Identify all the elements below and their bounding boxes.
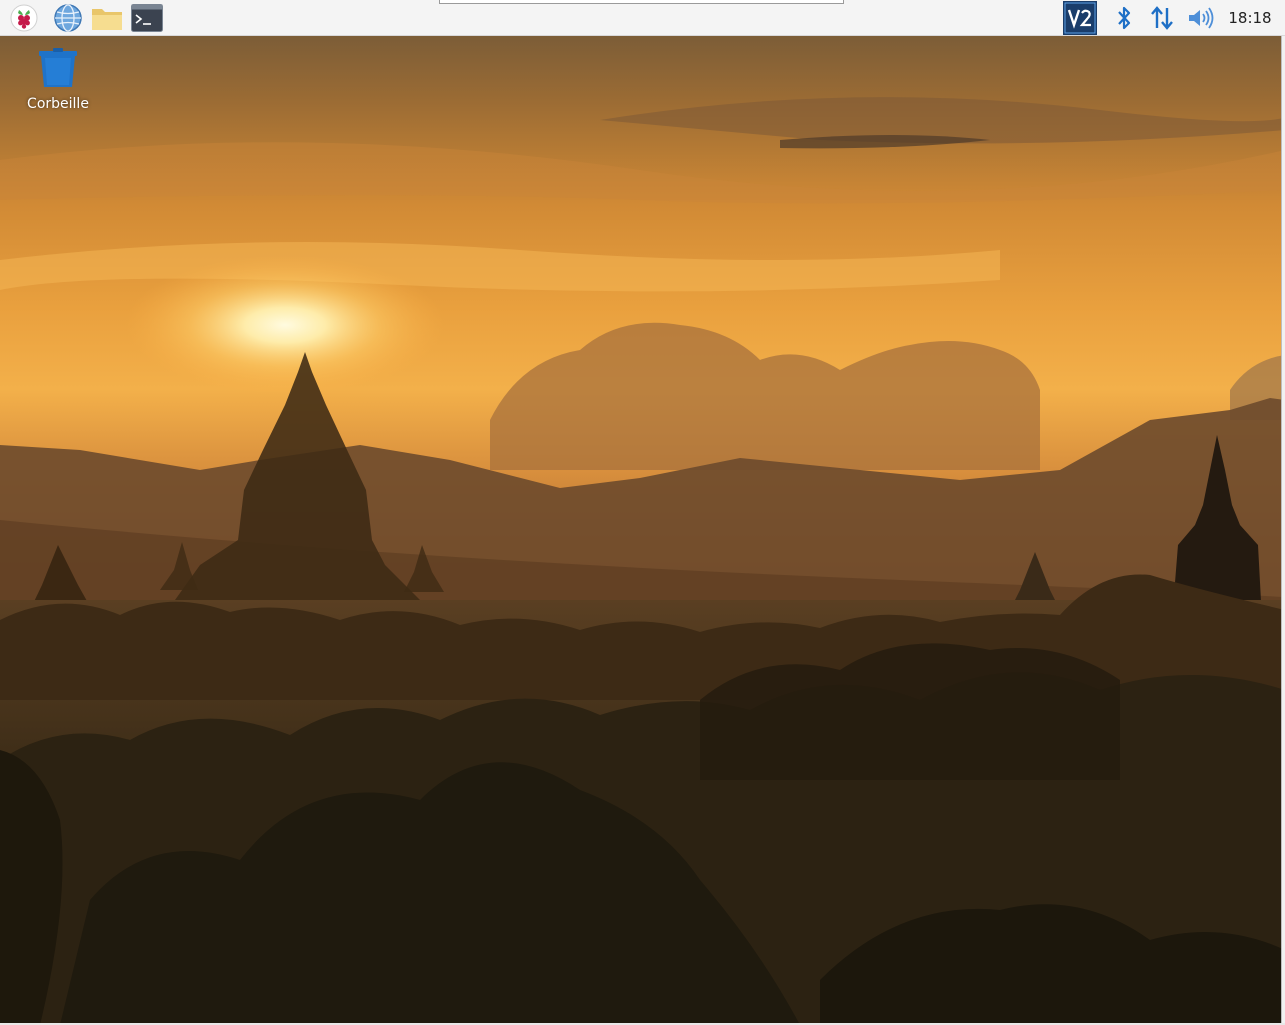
volume-icon[interactable] <box>1184 1 1218 35</box>
top-panel: 18:18 <box>0 0 1285 36</box>
trash-bin-icon <box>36 46 80 94</box>
taskbar-window-list[interactable] <box>439 0 844 4</box>
wallpaper-image <box>0 0 1285 1025</box>
raspberry-menu-icon[interactable] <box>8 2 40 34</box>
desktop-icon-label: Corbeille <box>27 96 89 112</box>
desktop: 18:18 Corbeille <box>0 0 1285 1025</box>
clock[interactable]: 18:18 <box>1222 0 1278 36</box>
terminal-icon[interactable] <box>131 2 163 34</box>
file-manager-icon[interactable] <box>91 2 123 34</box>
vnc-server-icon[interactable] <box>1062 1 1098 35</box>
web-browser-icon[interactable] <box>52 2 84 34</box>
desktop-icon-trash[interactable]: Corbeille <box>18 46 98 126</box>
network-updown-icon[interactable] <box>1147 1 1177 35</box>
bluetooth-icon[interactable] <box>1110 1 1138 35</box>
screen-edge <box>1281 36 1285 1025</box>
